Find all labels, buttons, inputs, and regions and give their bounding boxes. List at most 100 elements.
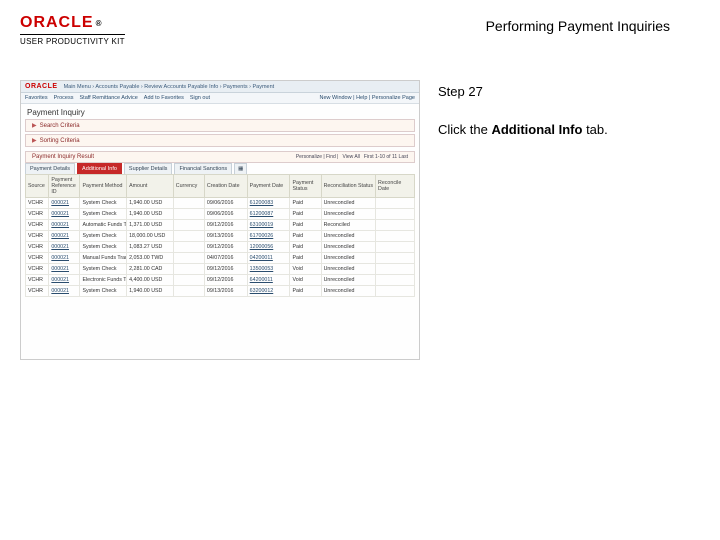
cell-ref[interactable]: 000021 bbox=[49, 242, 80, 253]
shot-logo: ORACLE bbox=[25, 83, 58, 90]
col-pdate[interactable]: Payment Date bbox=[247, 175, 290, 198]
table-header-row: Source Payment Reference ID Payment Meth… bbox=[26, 175, 415, 198]
cell-cdate: 09/06/2016 bbox=[204, 198, 247, 209]
cell-ref[interactable]: 000021 bbox=[49, 253, 80, 264]
cell-pdate[interactable]: 61200087 bbox=[247, 209, 290, 220]
cell-pdate[interactable]: 61200083 bbox=[247, 198, 290, 209]
cell-ref[interactable]: 000021 bbox=[49, 286, 80, 297]
personalize-link[interactable]: Personalize | Find | bbox=[296, 154, 339, 160]
cell-method: System Check bbox=[80, 242, 127, 253]
menu-signout[interactable]: Sign out bbox=[190, 95, 210, 101]
col-cdate[interactable]: Creation Date bbox=[204, 175, 247, 198]
cell-pdate[interactable]: 63100019 bbox=[247, 220, 290, 231]
cell-ref[interactable]: 000021 bbox=[49, 220, 80, 231]
cell-method: System Check bbox=[80, 264, 127, 275]
cell-currency bbox=[173, 209, 204, 220]
cell-source: VCHR bbox=[26, 220, 49, 231]
cell-pdate[interactable]: 64200011 bbox=[247, 275, 290, 286]
cell-pdate[interactable]: 04200011 bbox=[247, 253, 290, 264]
instruction-text: Click the Additional Info tab. bbox=[438, 121, 690, 139]
cell-ref[interactable]: 000021 bbox=[49, 231, 80, 242]
cell-status: Paid bbox=[290, 209, 321, 220]
table-row: VCHR000021Automatic Funds Transfer1,371.… bbox=[26, 220, 415, 231]
cell-ref[interactable]: 000021 bbox=[49, 275, 80, 286]
cell-recon: Unreconciled bbox=[321, 231, 375, 242]
cell-currency bbox=[173, 242, 204, 253]
search-criteria-section[interactable]: ▶Search Criteria bbox=[25, 119, 415, 132]
col-status[interactable]: Payment Status bbox=[290, 175, 321, 198]
tab-supplier-details[interactable]: Supplier Details bbox=[124, 163, 173, 174]
registered-mark: ® bbox=[96, 19, 103, 28]
menu-favorites[interactable]: Favorites bbox=[25, 95, 48, 101]
cell-recon: Reconciled bbox=[321, 220, 375, 231]
cell-amount: 1,940.00 USD bbox=[127, 198, 174, 209]
cell-ref[interactable]: 000021 bbox=[49, 264, 80, 275]
cell-ref[interactable]: 000021 bbox=[49, 209, 80, 220]
expand-all-icon[interactable]: ▦ bbox=[234, 163, 247, 174]
shot-page-title: Payment Inquiry bbox=[21, 104, 419, 119]
col-method[interactable]: Payment Method bbox=[80, 175, 127, 198]
cell-rdate bbox=[376, 231, 415, 242]
table-row: VCHR000021System Check1,940.00 USD09/13/… bbox=[26, 286, 415, 297]
result-header: Payment Inquiry Result Personalize | Fin… bbox=[25, 151, 415, 163]
cell-ref[interactable]: 000021 bbox=[49, 198, 80, 209]
tab-additional-info[interactable]: Additional Info bbox=[77, 163, 122, 174]
cell-method: Automatic Funds Transfer bbox=[80, 220, 127, 231]
cell-pdate[interactable]: 13500053 bbox=[247, 264, 290, 275]
cell-currency bbox=[173, 286, 204, 297]
cell-cdate: 09/12/2016 bbox=[204, 264, 247, 275]
result-title: Payment Inquiry Result bbox=[32, 154, 94, 160]
cell-amount: 1,083.27 USD bbox=[127, 242, 174, 253]
chevron-right-icon: ▶ bbox=[32, 137, 37, 144]
cell-currency bbox=[173, 198, 204, 209]
cell-status: Void bbox=[290, 264, 321, 275]
menu-process[interactable]: Process bbox=[54, 95, 74, 101]
page-title: Performing Payment Inquiries bbox=[486, 18, 670, 34]
cell-method: System Check bbox=[80, 286, 127, 297]
col-amount[interactable]: Amount bbox=[127, 175, 174, 198]
view-all-link[interactable]: View All bbox=[342, 154, 359, 160]
table-row: VCHR000021System Check18,000.00 USD09/13… bbox=[26, 231, 415, 242]
cell-rdate bbox=[376, 275, 415, 286]
brand-subtitle: USER PRODUCTIVITY KIT bbox=[20, 34, 125, 46]
table-row: VCHR000021Electronic Funds Transfer4,400… bbox=[26, 275, 415, 286]
cell-pdate[interactable]: 12000056 bbox=[247, 242, 290, 253]
cell-pdate[interactable]: 63200012 bbox=[247, 286, 290, 297]
tab-payment-details[interactable]: Payment Details bbox=[25, 163, 75, 174]
col-recon[interactable]: Reconciliation Status bbox=[321, 175, 375, 198]
table-row: VCHR000021Manual Funds Transfer2,053.00 … bbox=[26, 253, 415, 264]
cell-amount: 4,400.00 USD bbox=[127, 275, 174, 286]
table-row: VCHR000021System Check1,083.27 USD09/12/… bbox=[26, 242, 415, 253]
cell-status: Paid bbox=[290, 286, 321, 297]
brand-logo: ORACLE ® USER PRODUCTIVITY KIT bbox=[20, 14, 125, 46]
cell-status: Paid bbox=[290, 220, 321, 231]
col-source[interactable]: Source bbox=[26, 175, 49, 198]
cell-rdate bbox=[376, 209, 415, 220]
new-window-links[interactable]: New Window | Help | Personalize Page bbox=[320, 95, 416, 101]
cell-cdate: 04/07/2016 bbox=[204, 253, 247, 264]
cell-cdate: 09/13/2016 bbox=[204, 231, 247, 242]
menu-addfav[interactable]: Add to Favorites bbox=[144, 95, 184, 101]
col-currency[interactable]: Currency bbox=[173, 175, 204, 198]
cell-amount: 2,053.00 TWD bbox=[127, 253, 174, 264]
cell-cdate: 09/13/2016 bbox=[204, 286, 247, 297]
instr-strong: Additional Info bbox=[491, 122, 582, 137]
cell-amount: 18,000.00 USD bbox=[127, 231, 174, 242]
cell-pdate[interactable]: 61700026 bbox=[247, 231, 290, 242]
col-rdate[interactable]: Reconcile Date bbox=[376, 175, 415, 198]
table-row: VCHR000021System Check1,940.00 USD09/06/… bbox=[26, 209, 415, 220]
cell-cdate: 09/06/2016 bbox=[204, 209, 247, 220]
cell-amount: 2,281.00 CAD bbox=[127, 264, 174, 275]
menu-remit[interactable]: Staff Remittance Advice bbox=[80, 95, 138, 101]
breadcrumb: Main Menu › Accounts Payable › Review Ac… bbox=[64, 84, 275, 90]
tab-other[interactable]: Financial Sanctions bbox=[174, 163, 232, 174]
cell-recon: Unreconciled bbox=[321, 209, 375, 220]
cell-status: Void bbox=[290, 275, 321, 286]
cell-recon: Unreconciled bbox=[321, 242, 375, 253]
cell-cdate: 09/12/2016 bbox=[204, 275, 247, 286]
sorting-criteria-section[interactable]: ▶Sorting Criteria bbox=[25, 134, 415, 147]
col-ref[interactable]: Payment Reference ID bbox=[49, 175, 80, 198]
range-text: First 1-10 of 11 Last bbox=[364, 154, 408, 160]
cell-source: VCHR bbox=[26, 253, 49, 264]
cell-amount: 1,371.00 USD bbox=[127, 220, 174, 231]
